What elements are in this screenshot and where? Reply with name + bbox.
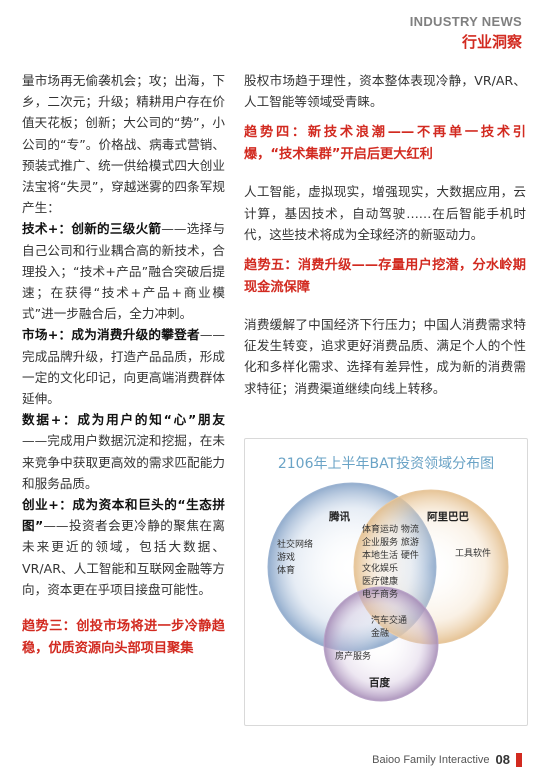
left-column: 量市场再无偷袭机会；攻；出海，下乡，二次元；升级；精耕用户存在价值天花板；创新；… [22, 70, 225, 659]
tencent-item: 社交网络 [277, 540, 314, 550]
alibaba-label: 阿里巴巴 [427, 511, 469, 523]
alibaba-only-list: 工具软件 [455, 548, 491, 561]
trend-3-heading: 趋势三：创投市场将进一步冷静趋稳，优质资源向头部项目聚集 [22, 619, 225, 656]
bat-venn-figure: 2106年上半年BAT投资领域分布图 腾讯 阿里巴巴 百度 社交网络 游戏 体育… [244, 438, 528, 726]
left-intro-paragraph: 量市场再无偷袭机会；攻；出海，下乡，二次元；升级；精耕用户存在价值天花板；创新；… [22, 73, 225, 216]
startup-plus-paragraph: 创业+：成为资本和巨头的“生态拼图”——投资者会更冷静的聚焦在离未来更近的领域，… [22, 494, 225, 600]
tencent-baidu-list: 房产服务 [335, 651, 371, 664]
market-plus-paragraph: 市场+：成为消费升级的攀登者——完成品牌升级，打造产品品质，形成一定的文化印记，… [22, 324, 225, 409]
tencent-label: 腾讯 [329, 511, 350, 523]
overlap-item: 本地生活 硬件 [362, 551, 419, 561]
tech-plus-heading: 技术+：创新的三级火箭 [22, 221, 162, 237]
trend-4-heading: 趋势四：新技术浪潮——不再单一技术引爆，“技术集群”开启后更大红利 [244, 125, 526, 162]
data-plus-heading: 数据+：成为用户的知“心”朋友 [22, 412, 225, 428]
overlap-item: 文化娱乐 [362, 564, 399, 574]
right-intro-paragraph: 股权市场趋于理性，资本整体表现冷静，VR/AR、人工智能等领域受青睐。 [244, 73, 526, 110]
all-three-list: 汽车交通 金融 [371, 615, 407, 641]
page-number: 08 [495, 752, 510, 767]
tencent-item: 体育 [277, 566, 296, 576]
all-three-item: 汽车交通 [371, 616, 408, 626]
section-title-zh: 行业洞察 [461, 33, 522, 51]
tencent-alibaba-list: 体育运动 物流 企业服务 旅游 本地生活 硬件 文化娱乐 医疗健康 电子商务 [362, 524, 419, 602]
overlap-item: 电子商务 [362, 590, 399, 600]
tencent-item: 游戏 [277, 553, 296, 563]
footer-brand: Baioo Family Interactive [372, 753, 490, 766]
alibaba-item: 工具软件 [455, 549, 492, 559]
market-plus-heading: 市场+：成为消费升级的攀登者 [22, 327, 200, 343]
overlap-item: 医疗健康 [362, 577, 399, 587]
trend-5-paragraph: 消费缓解了中国经济下行压力；中国人消费需求特征发生转变，追求更好消费品质、满足个… [244, 317, 526, 396]
overlap-item: 企业服务 旅游 [362, 538, 419, 548]
data-plus-paragraph: 数据+：成为用户的知“心”朋友 ——完成用户数据沉淀和挖掘，在未来竞争中获取更高效… [22, 409, 225, 494]
tencent-only-list: 社交网络 游戏 体育 [277, 539, 313, 578]
startup-plus-body: ——投资者会更冷静的聚焦在离未来更近的领域，包括大数据、VR/AR、人工智能和互… [22, 518, 226, 597]
all-three-item: 金融 [371, 629, 390, 639]
footer-accent-bar [516, 752, 522, 767]
tech-plus-paragraph: 技术+：创新的三级火箭——选择与自己公司和行业耦合高的新技术，合理投入；“技术+… [22, 218, 225, 324]
data-plus-body: ——完成用户数据沉淀和挖掘，在未来竞争中获取更高效的需求匹配能力和服务品质。 [22, 433, 225, 491]
page-footer: Baioo Family Interactive 08 [372, 752, 522, 767]
section-title-en: INDUSTRY NEWS [409, 14, 522, 29]
section-header: INDUSTRY NEWS 行业洞察 [410, 14, 522, 52]
right-column: 股权市场趋于理性，资本整体表现冷静，VR/AR、人工智能等领域受青睐。 趋势四：… [244, 70, 526, 399]
tencent-baidu-item: 房产服务 [335, 652, 372, 662]
trend-4-paragraph: 人工智能，虚拟现实，增强现实，大数据应用，云计算，基因技术，自动驾驶……在后智能… [244, 184, 526, 242]
trend-5-heading: 趋势五：消费升级——存量用户挖潜，分水岭期现金流保障 [244, 258, 526, 295]
baidu-label: 百度 [369, 677, 390, 689]
overlap-item: 体育运动 物流 [362, 525, 419, 535]
